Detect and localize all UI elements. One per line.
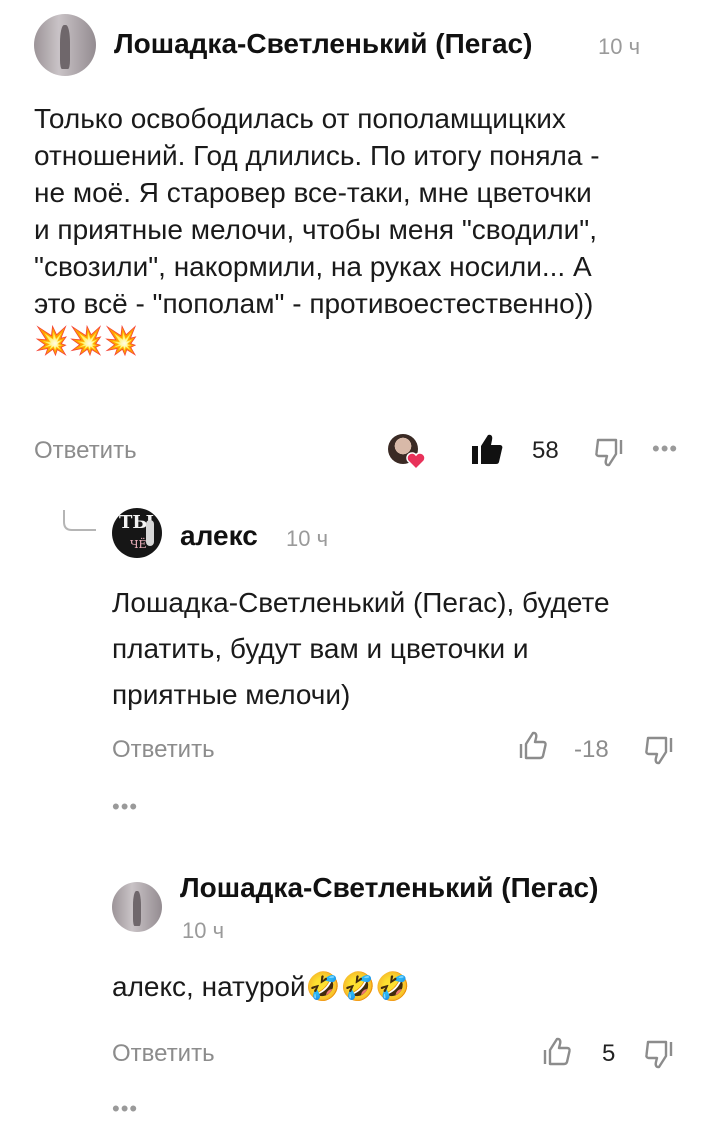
comment-line: это всё - "пополам" - противоестественно… xyxy=(34,288,594,319)
more-dots-icon[interactable]: ••• xyxy=(652,436,678,462)
reply-button[interactable]: Ответить xyxy=(112,1040,215,1068)
reply-line: Лошадка-Светленький (Пегас), будете xyxy=(112,587,610,618)
thumbs-down-icon[interactable] xyxy=(644,1038,676,1070)
avatar[interactable] xyxy=(34,14,96,76)
comment-text: Только освободилась от пополамщицких отн… xyxy=(34,100,704,359)
avatar-figure xyxy=(60,25,70,69)
reply-emoji: 🤣🤣🤣 xyxy=(305,970,411,1003)
reply-line: приятные мелочи) xyxy=(112,679,351,710)
reply-time: 10 ч xyxy=(182,918,225,943)
avatar-figure xyxy=(133,891,141,926)
reply-button[interactable]: Ответить xyxy=(112,736,215,764)
like-count: 58 xyxy=(532,437,559,464)
like-count: -18 xyxy=(574,736,609,763)
more-dots-icon[interactable]: ••• xyxy=(112,1096,138,1122)
comment-line: и приятные мелочи, чтобы меня "сводили", xyxy=(34,214,597,245)
comment-line: не моё. Я старовер все-таки, мне цветочк… xyxy=(34,177,592,208)
comment-line: "свозили", накормили, на руках носили...… xyxy=(34,251,592,282)
comment-line: Только освободилась от пополамщицких xyxy=(34,103,566,134)
reply-button[interactable]: Ответить xyxy=(34,437,137,465)
reply-line: алекс, натурой xyxy=(112,971,306,1002)
thumbs-up-outline-icon[interactable] xyxy=(540,1036,572,1068)
comment-time: 10 ч xyxy=(598,34,641,59)
avatar[interactable] xyxy=(112,882,162,932)
reply-line: платить, будут вам и цветочки и xyxy=(112,633,529,664)
thread-connector-icon xyxy=(63,510,96,531)
liker-avatar[interactable] xyxy=(384,432,428,472)
thumbs-down-icon[interactable] xyxy=(644,734,676,766)
reply-text: алекс, натурой🤣🤣🤣 xyxy=(112,968,712,1005)
comment-emoji: 💥💥💥 xyxy=(34,324,139,357)
like-count: 5 xyxy=(602,1040,616,1067)
heart-icon xyxy=(406,452,426,470)
thumbs-down-icon[interactable] xyxy=(594,436,626,468)
reply-author[interactable]: Лошадка-Светленький (Пегас) xyxy=(180,872,598,904)
comment-author[interactable]: Лошадка-Светленький (Пегас) xyxy=(114,28,532,60)
thumbs-up-outline-icon[interactable] xyxy=(516,730,548,762)
reply-text: Лошадка-Светленький (Пегас), будете плат… xyxy=(112,580,712,718)
avatar[interactable]: ТЫ ЧЁ xyxy=(112,508,162,558)
more-dots-icon[interactable]: ••• xyxy=(112,794,138,820)
reply-time: 10 ч xyxy=(286,526,329,551)
avatar-text-small: ЧЁ xyxy=(130,538,147,551)
reply-author[interactable]: алекс xyxy=(180,520,258,552)
avatar-figure xyxy=(146,520,154,546)
comment-line: отношений. Год длились. По итогу поняла … xyxy=(34,140,600,171)
thumbs-up-filled-icon[interactable] xyxy=(470,432,504,466)
